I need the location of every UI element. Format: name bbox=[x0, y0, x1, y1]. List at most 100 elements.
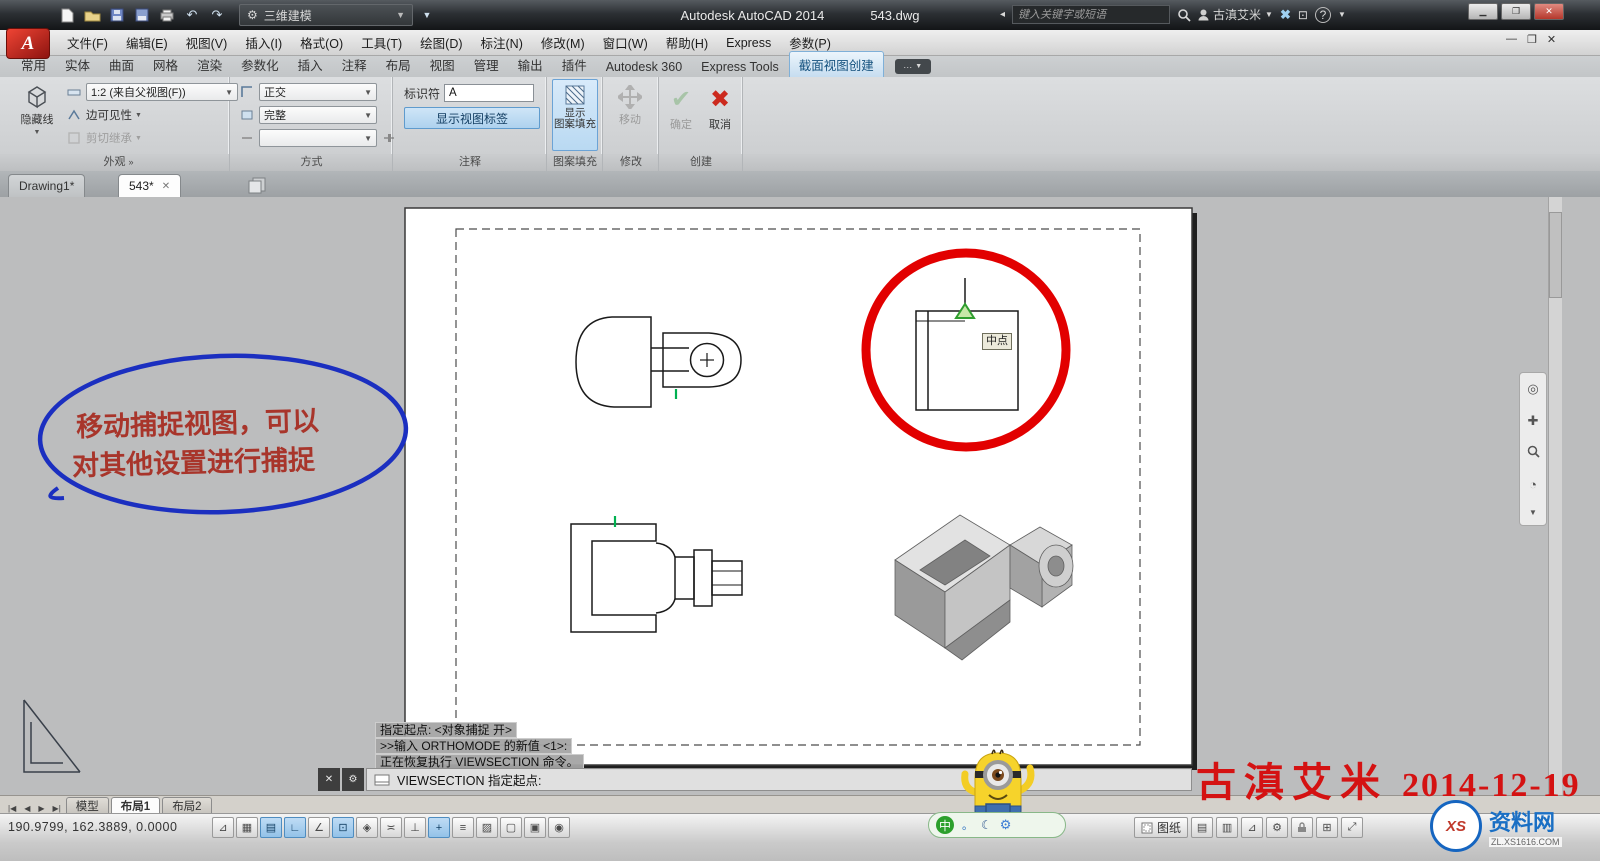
polar-tracking-toggle[interactable]: ∠ bbox=[308, 817, 330, 838]
layout1-tab[interactable]: 布局1 bbox=[111, 797, 160, 813]
panel-label-annotation[interactable]: 注释 bbox=[394, 154, 547, 171]
tab-nav-next-icon[interactable]: ▶ bbox=[35, 804, 47, 813]
file-tab-543[interactable]: 543* ✕ bbox=[118, 174, 181, 197]
command-customize-icon[interactable]: ⚙ bbox=[342, 768, 364, 791]
depth-value-dropdown[interactable]: ▼ bbox=[259, 129, 377, 147]
projection-dropdown[interactable]: 正交▼ bbox=[259, 83, 377, 101]
toolbar-lock-icon[interactable] bbox=[1291, 817, 1313, 838]
help-more-icon[interactable]: ▼ bbox=[1338, 10, 1346, 19]
ribbon-options-button[interactable]: ···▼ bbox=[895, 59, 931, 74]
ime-mode-chinese[interactable]: 中 bbox=[936, 816, 954, 834]
section-depth-dropdown[interactable]: 完整▼ bbox=[259, 106, 377, 124]
full-navigation-wheel-icon[interactable]: ◎ bbox=[1527, 381, 1538, 397]
save-as-icon[interactable] bbox=[131, 5, 153, 25]
tab-close-icon[interactable]: ✕ bbox=[162, 181, 170, 192]
layout2-tab[interactable]: 布局2 bbox=[162, 797, 211, 813]
ribbon-tab-solid[interactable]: 实体 bbox=[56, 52, 99, 77]
minimize-button[interactable]: ▁ bbox=[1468, 3, 1498, 20]
ime-settings-icon[interactable]: ⚙ bbox=[1000, 817, 1012, 833]
workspace-dropdown[interactable]: ⚙ 三维建模 ▼ bbox=[239, 4, 413, 26]
undo-icon[interactable]: ↶ bbox=[181, 5, 203, 25]
open-file-icon[interactable] bbox=[81, 5, 103, 25]
help-icon[interactable]: ? bbox=[1315, 7, 1331, 23]
hardware-acceleration-icon[interactable]: ⊞ bbox=[1316, 817, 1338, 838]
ribbon-tab-view[interactable]: 视图 bbox=[421, 52, 464, 77]
ribbon-tab-surface[interactable]: 曲面 bbox=[100, 52, 143, 77]
panel-label-create[interactable]: 创建 bbox=[660, 154, 743, 171]
scrollbar-thumb[interactable] bbox=[1549, 212, 1562, 298]
dynamic-input-toggle[interactable]: + bbox=[428, 817, 450, 838]
object-snap-tracking-toggle[interactable]: ≍ bbox=[380, 817, 402, 838]
view-scale-dropdown[interactable]: 1:2 (来自父视图(F))▼ bbox=[86, 83, 238, 101]
3d-object-snap-toggle[interactable]: ◈ bbox=[356, 817, 378, 838]
ortho-mode-toggle[interactable]: ∟ bbox=[284, 817, 306, 838]
menu-window[interactable]: 窗口(W) bbox=[594, 30, 657, 55]
panel-label-hatch[interactable]: 图案填充 bbox=[548, 154, 603, 171]
ime-moon-icon[interactable]: ☾ bbox=[981, 818, 992, 832]
identifier-input[interactable] bbox=[444, 84, 534, 102]
tab-nav-last-icon[interactable]: ▶| bbox=[50, 804, 64, 813]
qat-more-icon[interactable]: ▼ bbox=[416, 5, 438, 25]
menu-express[interactable]: Express bbox=[717, 33, 780, 53]
redo-icon[interactable]: ↷ bbox=[206, 5, 228, 25]
orbit-icon[interactable]: ◔ bbox=[1529, 477, 1537, 492]
object-snap-toggle[interactable]: ⊡ bbox=[332, 817, 354, 838]
tab-nav-first-icon[interactable]: |◀ bbox=[5, 804, 19, 813]
show-view-label-button[interactable]: 显示视图标签 bbox=[404, 107, 540, 129]
close-button[interactable]: ✕ bbox=[1534, 3, 1564, 20]
panel-label-appearance[interactable]: 外观 » bbox=[8, 154, 230, 171]
ime-punctuation-icon[interactable]: 。 bbox=[962, 817, 973, 833]
zoom-icon[interactable] bbox=[1527, 445, 1540, 461]
command-input[interactable]: VIEWSECTION 指定起点: bbox=[366, 768, 1192, 791]
search-icon[interactable] bbox=[1177, 8, 1191, 22]
transparency-toggle[interactable]: ▨ bbox=[476, 817, 498, 838]
quick-view-drawings-icon[interactable]: ▥ bbox=[1216, 817, 1238, 838]
sign-in-user[interactable]: 古滇艾米 ▼ bbox=[1198, 6, 1273, 23]
plot-icon[interactable] bbox=[156, 5, 178, 25]
ribbon-tab-layout[interactable]: 布局 bbox=[377, 52, 420, 77]
infer-constraints-toggle[interactable]: ⊿ bbox=[212, 817, 234, 838]
grid-display-toggle[interactable]: ▤ bbox=[260, 817, 282, 838]
cancel-button[interactable]: ✖ 取消 bbox=[702, 81, 738, 132]
application-menu-button[interactable]: A bbox=[6, 28, 50, 59]
new-drawing-tab-button[interactable] bbox=[248, 177, 270, 199]
doc-close-icon[interactable]: ✕ bbox=[1547, 33, 1556, 46]
ribbon-tab-autodesk360[interactable]: Autodesk 360 bbox=[597, 57, 691, 77]
clean-screen-icon[interactable]: ⤢ bbox=[1341, 817, 1363, 838]
doc-restore-icon[interactable]: ❐ bbox=[1527, 33, 1537, 46]
keep-connected-icon[interactable]: ⊡ bbox=[1298, 8, 1308, 22]
ribbon-tab-express-tools[interactable]: Express Tools bbox=[692, 57, 788, 77]
quick-properties-toggle[interactable]: ▢ bbox=[500, 817, 522, 838]
ribbon-tab-section-view-creation[interactable]: 截面视图创建 bbox=[789, 51, 884, 77]
search-input[interactable] bbox=[1012, 5, 1170, 24]
ribbon-tab-manage[interactable]: 管理 bbox=[465, 52, 508, 77]
ribbon-tab-annotate[interactable]: 注释 bbox=[333, 52, 376, 77]
workspace-switch-icon[interactable]: ⚙ bbox=[1266, 817, 1288, 838]
hidden-lines-button[interactable]: 隐藏线 ▼ bbox=[14, 79, 60, 136]
restore-button[interactable]: ❐ bbox=[1501, 3, 1531, 20]
file-tab-drawing1[interactable]: Drawing1* bbox=[8, 174, 85, 197]
navbar-more-icon[interactable]: ▼ bbox=[1529, 508, 1537, 517]
paper-model-toggle[interactable]: 图纸 bbox=[1134, 817, 1188, 838]
snap-mode-toggle[interactable]: ▦ bbox=[236, 817, 258, 838]
show-hatch-button[interactable]: 显示 图案填充 bbox=[552, 79, 598, 151]
new-file-icon[interactable] bbox=[56, 5, 78, 25]
selection-cycling-toggle[interactable]: ▣ bbox=[524, 817, 546, 838]
panel-label-method[interactable]: 方式 bbox=[231, 154, 393, 171]
edge-visibility-button[interactable]: 边可见性 ▼ bbox=[86, 107, 142, 123]
ribbon-tab-insert[interactable]: 插入 bbox=[289, 52, 332, 77]
annotation-monitor-toggle[interactable]: ◉ bbox=[548, 817, 570, 838]
model-tab[interactable]: 模型 bbox=[66, 797, 109, 813]
panel-label-modify[interactable]: 修改 bbox=[604, 154, 659, 171]
doc-minimize-icon[interactable]: — bbox=[1506, 33, 1517, 46]
ribbon-tab-parametric[interactable]: 参数化 bbox=[232, 52, 288, 77]
infocenter-collapse-icon[interactable]: ◂ bbox=[1000, 9, 1005, 20]
lineweight-toggle[interactable]: ≡ bbox=[452, 817, 474, 838]
menu-help[interactable]: 帮助(H) bbox=[657, 30, 717, 55]
exchange-apps-icon[interactable]: ✖ bbox=[1280, 7, 1291, 23]
ribbon-tab-output[interactable]: 输出 bbox=[509, 52, 552, 77]
quick-view-layouts-icon[interactable]: ▤ bbox=[1191, 817, 1213, 838]
dynamic-ucs-toggle[interactable]: ⊥ bbox=[404, 817, 426, 838]
ribbon-tab-plugins[interactable]: 插件 bbox=[553, 52, 596, 77]
annotation-scale-icon[interactable]: ⊿ bbox=[1241, 817, 1263, 838]
